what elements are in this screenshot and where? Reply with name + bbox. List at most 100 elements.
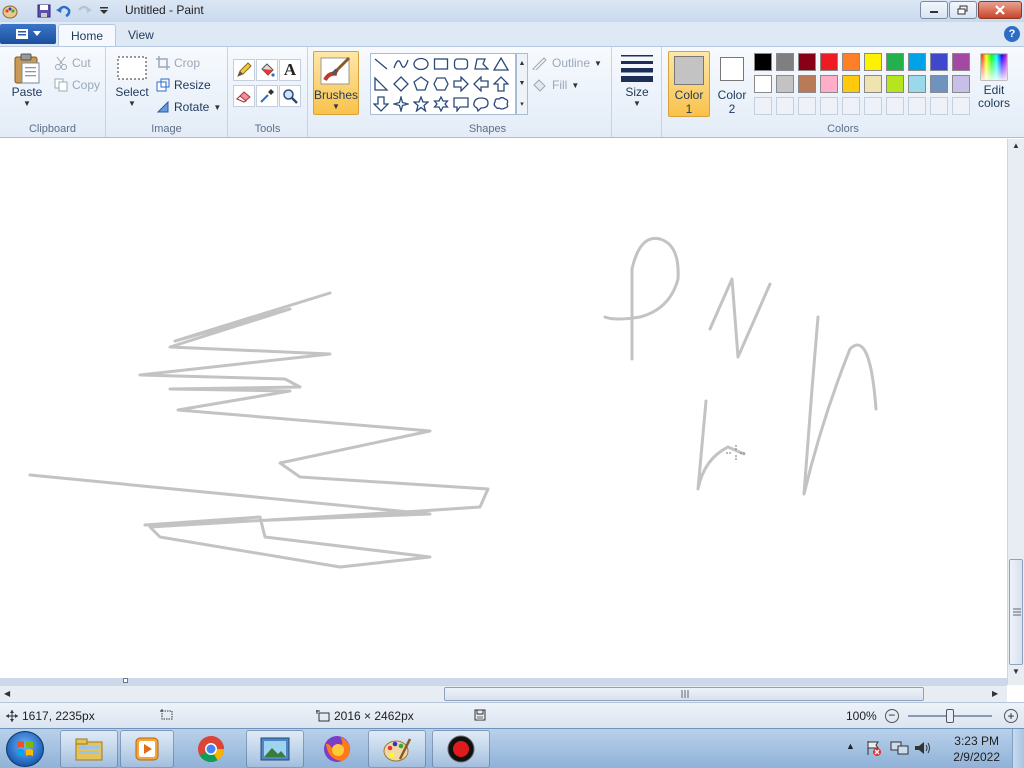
- taskbar-paint[interactable]: [368, 730, 426, 768]
- curve-shape-icon[interactable]: [392, 55, 410, 73]
- palette-swatch[interactable]: [754, 53, 772, 71]
- eraser-icon[interactable]: [233, 85, 255, 107]
- palette-swatch[interactable]: [864, 75, 882, 93]
- close-button[interactable]: [978, 1, 1022, 19]
- scroll-left-icon[interactable]: ◀: [4, 689, 10, 698]
- palette-swatch[interactable]: [864, 53, 882, 71]
- zoom-in-button[interactable]: +: [1004, 709, 1018, 723]
- custom-color-slot[interactable]: [930, 97, 948, 115]
- custom-color-slot[interactable]: [754, 97, 772, 115]
- palette-swatch[interactable]: [820, 75, 838, 93]
- tab-view[interactable]: View: [116, 24, 166, 46]
- left-arrow-shape-icon[interactable]: [472, 75, 490, 93]
- select-button[interactable]: Select ▼: [112, 55, 152, 108]
- up-arrow-shape-icon[interactable]: [492, 75, 510, 93]
- color2-button[interactable]: Color 2: [712, 51, 752, 117]
- vertical-scrollbar[interactable]: ▲ ▼: [1007, 139, 1024, 685]
- minimize-button[interactable]: [920, 1, 948, 19]
- start-button[interactable]: [6, 731, 44, 767]
- palette-swatch[interactable]: [798, 53, 816, 71]
- four-point-star-shape-icon[interactable]: [392, 95, 410, 113]
- zoom-slider[interactable]: [908, 709, 992, 723]
- paint-app-icon[interactable]: [0, 1, 20, 21]
- palette-swatch[interactable]: [908, 75, 926, 93]
- redo-icon[interactable]: [74, 1, 94, 21]
- cut-button[interactable]: Cut: [54, 53, 91, 73]
- color-picker-icon[interactable]: [256, 85, 278, 107]
- taskbar-firefox[interactable]: [308, 730, 366, 768]
- zoom-out-button[interactable]: −: [884, 709, 899, 723]
- six-point-star-shape-icon[interactable]: [432, 95, 450, 113]
- custom-color-slot[interactable]: [798, 97, 816, 115]
- palette-swatch[interactable]: [754, 75, 772, 93]
- pencil-icon[interactable]: [233, 59, 255, 81]
- rectangle-shape-icon[interactable]: [432, 55, 450, 73]
- action-center-icon[interactable]: [866, 740, 882, 759]
- scroll-up-icon[interactable]: ▲: [519, 60, 526, 67]
- fill-bucket-icon[interactable]: [256, 59, 278, 81]
- taskbar-recorder[interactable]: [432, 730, 490, 768]
- scroll-down-icon[interactable]: ▼: [1012, 667, 1020, 676]
- paste-button[interactable]: Paste ▼: [8, 53, 46, 108]
- custom-color-slot[interactable]: [820, 97, 838, 115]
- scroll-down-icon[interactable]: ▼: [519, 80, 526, 87]
- custom-color-slot[interactable]: [886, 97, 904, 115]
- palette-swatch[interactable]: [842, 75, 860, 93]
- cloud-callout-shape-icon[interactable]: [492, 95, 510, 113]
- taskbar-photos[interactable]: [246, 730, 304, 768]
- line-shape-icon[interactable]: [372, 55, 390, 73]
- canvas-resize-handle[interactable]: [123, 678, 128, 683]
- palette-swatch[interactable]: [952, 53, 970, 71]
- text-tool-icon[interactable]: A: [279, 59, 301, 81]
- palette-swatch[interactable]: [886, 53, 904, 71]
- show-hidden-icons-button[interactable]: ▲: [846, 741, 855, 751]
- oval-callout-shape-icon[interactable]: [472, 95, 490, 113]
- palette-swatch[interactable]: [952, 75, 970, 93]
- scroll-up-icon[interactable]: ▲: [1012, 141, 1020, 150]
- show-desktop-button[interactable]: [1012, 729, 1024, 768]
- diamond-shape-icon[interactable]: [392, 75, 410, 93]
- palette-swatch[interactable]: [930, 75, 948, 93]
- rectangle-callout-shape-icon[interactable]: [452, 95, 470, 113]
- size-button[interactable]: Size ▼: [618, 53, 656, 108]
- customize-qat-icon[interactable]: [94, 1, 114, 21]
- help-icon[interactable]: ?: [1004, 26, 1020, 42]
- brushes-button[interactable]: Brushes ▼: [313, 51, 359, 115]
- zoom-slider-thumb[interactable]: [946, 709, 954, 723]
- palette-swatch[interactable]: [886, 75, 904, 93]
- custom-color-slot[interactable]: [864, 97, 882, 115]
- palette-swatch[interactable]: [930, 53, 948, 71]
- save-icon[interactable]: [34, 1, 54, 21]
- copy-button[interactable]: Copy: [54, 75, 100, 95]
- drawing-canvas[interactable]: [0, 139, 1008, 678]
- restore-button[interactable]: [949, 1, 977, 19]
- right-arrow-shape-icon[interactable]: [452, 75, 470, 93]
- volume-icon[interactable]: [914, 740, 932, 759]
- tab-home[interactable]: Home: [58, 24, 117, 46]
- palette-swatch[interactable]: [798, 75, 816, 93]
- rotate-button[interactable]: Rotate ▼: [156, 97, 221, 117]
- palette-swatch[interactable]: [842, 53, 860, 71]
- custom-color-slot[interactable]: [952, 97, 970, 115]
- expand-gallery-icon[interactable]: ▾: [520, 100, 524, 108]
- custom-color-slot[interactable]: [908, 97, 926, 115]
- shapes-gallery-scroll[interactable]: ▲ ▼ ▾: [516, 53, 528, 115]
- undo-icon[interactable]: [54, 1, 74, 21]
- scroll-right-icon[interactable]: ▶: [992, 689, 998, 698]
- hexagon-shape-icon[interactable]: [432, 75, 450, 93]
- system-clock[interactable]: 3:23 PM 2/9/2022: [953, 733, 1000, 765]
- custom-color-slot[interactable]: [776, 97, 794, 115]
- rounded-rectangle-shape-icon[interactable]: [452, 55, 470, 73]
- polygon-shape-icon[interactable]: [472, 55, 490, 73]
- palette-swatch[interactable]: [776, 53, 794, 71]
- taskbar-explorer[interactable]: [60, 730, 118, 768]
- pentagon-shape-icon[interactable]: [412, 75, 430, 93]
- network-icon[interactable]: [890, 740, 910, 759]
- outline-button[interactable]: Outline ▼: [532, 53, 602, 73]
- magnifier-icon[interactable]: [279, 85, 301, 107]
- custom-color-slot[interactable]: [842, 97, 860, 115]
- color1-button[interactable]: Color 1: [668, 51, 710, 117]
- resize-button[interactable]: Resize: [156, 75, 211, 95]
- edit-colors-button[interactable]: Edit colors: [974, 53, 1014, 109]
- paint-menu-button[interactable]: [0, 24, 56, 44]
